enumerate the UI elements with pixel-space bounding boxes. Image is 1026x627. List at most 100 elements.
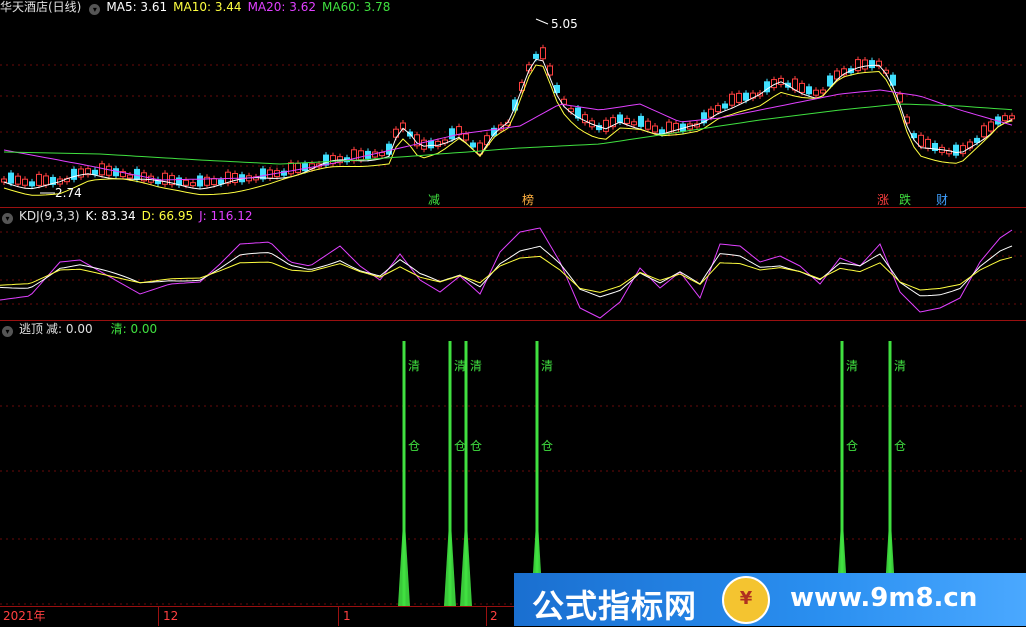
- panel-separator: [0, 207, 1026, 208]
- watermark-banner[interactable]: 公式指标网 ¥ www.9m8.cn: [514, 573, 1026, 626]
- kdj-d-line: [0, 255, 1013, 293]
- event-tag-die: 跌: [899, 193, 912, 207]
- candle-body: [449, 128, 455, 140]
- kdj-title: KDJ(9,3,3): [19, 209, 80, 223]
- candle-body: [92, 169, 98, 175]
- axis-tick: [338, 607, 339, 626]
- axis-label-month-2: 2: [490, 609, 498, 623]
- candle-body: [652, 125, 658, 133]
- candle-body: [743, 92, 749, 101]
- axis-label-year: 2021年: [3, 609, 46, 623]
- candle-body: [1002, 115, 1008, 122]
- signal-label-cang: 仓: [894, 439, 907, 453]
- candle-body: [113, 168, 119, 177]
- candle-body: [295, 162, 301, 173]
- candle-body: [624, 117, 630, 124]
- signal-label-cang: 仓: [454, 439, 467, 453]
- candle-body: [715, 105, 721, 113]
- signal-label-qing: 清: [894, 359, 907, 373]
- signal-label-qing: 清: [470, 359, 483, 373]
- candle-body: [162, 172, 168, 185]
- signal-qing-value: 清: 0.00: [110, 322, 158, 336]
- ma20-value: MA20: 3.62: [247, 0, 316, 14]
- signal-title: 逃顶: [19, 322, 44, 336]
- candle-body: [358, 150, 364, 161]
- signal-label-qing: 清: [846, 359, 859, 373]
- candle-body: [484, 135, 490, 146]
- low-price-label: 2.74: [55, 186, 82, 200]
- candle-body: [302, 163, 308, 172]
- candle-body: [43, 175, 49, 186]
- ma10-value: MA10: 3.44: [173, 0, 242, 14]
- candle-body: [533, 53, 539, 59]
- kdj-k-value: K: 83.34: [85, 209, 136, 223]
- candle-body: [540, 47, 546, 60]
- candle-body: [29, 181, 35, 187]
- panel-separator: [0, 320, 1026, 321]
- ma10-line: [3, 64, 1013, 196]
- coin-logo-icon: ¥: [722, 576, 770, 624]
- candle-body: [820, 89, 826, 94]
- candle-body: [736, 92, 742, 103]
- candle-body: [428, 140, 434, 149]
- candle-body: [218, 179, 224, 185]
- candle-body: [106, 165, 112, 176]
- candle-body: [15, 175, 21, 185]
- candlestick-chart[interactable]: [0, 14, 1026, 208]
- candle-body: [827, 75, 833, 87]
- candle-body: [190, 182, 196, 187]
- candle-body: [918, 134, 924, 147]
- candle-body: [183, 179, 189, 186]
- candle-body: [953, 144, 959, 156]
- candle-body: [463, 133, 469, 141]
- candle-body: [211, 178, 217, 186]
- candle-body: [925, 138, 931, 149]
- candle-body: [708, 108, 714, 118]
- candle-body: [127, 174, 133, 179]
- main-panel-header: 华天酒店(日线) ▾ MA5: 3.61 MA10: 3.44 MA20: 3.62 MA…: [0, 0, 396, 15]
- main-panel-title: 华天酒店(日线): [0, 0, 82, 14]
- signal-label-cang: 仓: [541, 439, 554, 453]
- ma5-value: MA5: 3.61: [106, 0, 168, 14]
- signal-chart[interactable]: [0, 336, 1026, 606]
- candle-body: [617, 114, 623, 123]
- candle-body: [638, 115, 644, 127]
- ma20-line: [3, 89, 1013, 181]
- candle-body: [799, 82, 805, 93]
- axis-label-month-12: 12: [163, 609, 179, 623]
- signal-label-cang: 仓: [408, 439, 421, 453]
- candle-body: [645, 120, 651, 130]
- candle-body: [36, 173, 42, 186]
- signal-panel-header: ▾ 逃顶 减: 0.00 清: 0.00: [0, 322, 163, 337]
- candle-body: [988, 121, 994, 132]
- high-price-label: 5.05: [551, 17, 578, 31]
- candle-body: [288, 162, 294, 175]
- watermark-text: 公式指标网: [532, 587, 698, 625]
- candle-body: [862, 59, 868, 70]
- kdj-chart[interactable]: [0, 222, 1026, 320]
- axis-tick: [486, 607, 487, 626]
- signal-label-qing: 清: [408, 359, 421, 373]
- candle-body: [1009, 115, 1015, 120]
- candle-body: [729, 93, 735, 106]
- candle-body: [197, 175, 203, 187]
- candle-body: [631, 121, 637, 126]
- signal-spike: [460, 506, 472, 606]
- candle-body: [8, 172, 14, 184]
- candle-body: [22, 178, 28, 186]
- signal-label-cang: 仓: [470, 439, 483, 453]
- candle-body: [330, 155, 336, 165]
- event-tag-cai: 财: [936, 193, 949, 207]
- ma60-line: [3, 103, 1013, 165]
- candle-body: [855, 59, 861, 72]
- candle-body: [470, 142, 476, 148]
- signal-jian-value: 减: 0.00: [46, 322, 93, 336]
- candle-body: [974, 137, 980, 143]
- kdj-d-value: D: 66.95: [141, 209, 194, 223]
- candle-body: [379, 152, 385, 157]
- candle-body: [722, 103, 728, 109]
- candle-body: [869, 60, 875, 69]
- watermark-url: www.9m8.cn: [790, 583, 978, 613]
- candle-body: [981, 125, 987, 138]
- signal-label-cang: 仓: [846, 439, 859, 453]
